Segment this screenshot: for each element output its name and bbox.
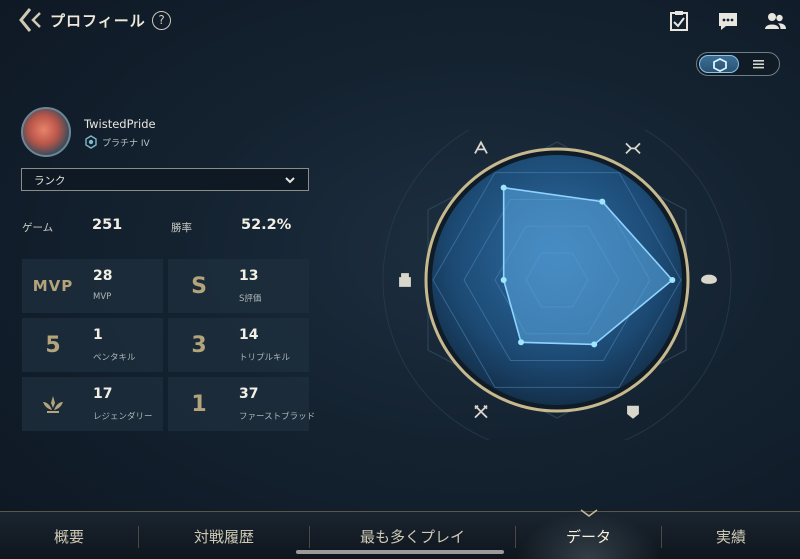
mvp-icon: MVP bbox=[32, 277, 74, 295]
winrate-label: 勝率 bbox=[171, 222, 192, 234]
games-label: ゲーム bbox=[22, 222, 54, 234]
stat-value: 13 bbox=[239, 268, 259, 284]
stat-cell-penta-kill: 5 1 ペンタキル bbox=[22, 318, 163, 372]
stat-value: 1 bbox=[93, 327, 103, 343]
friends-icon[interactable] bbox=[764, 10, 786, 32]
stat-value: 17 bbox=[93, 386, 113, 402]
platinum-rank-icon bbox=[85, 135, 97, 149]
marksman-icon[interactable] bbox=[399, 273, 411, 287]
radar-point-tank bbox=[518, 339, 525, 346]
winrate-value: 52.2% bbox=[241, 217, 292, 233]
stat-label: ファーストブラッド bbox=[239, 412, 316, 422]
avatar[interactable] bbox=[21, 107, 71, 157]
stat-cell-s-rank: S 13 S評価 bbox=[168, 259, 309, 313]
radar-point-mage bbox=[669, 277, 676, 283]
stat-cell-first-blood: 1 37 ファーストブラッド bbox=[168, 377, 315, 431]
tab-achievements[interactable]: 実績 bbox=[662, 512, 800, 559]
radar-point-fighter bbox=[599, 198, 606, 205]
back-chevron-icon[interactable] bbox=[16, 6, 46, 34]
radar-view-button[interactable] bbox=[699, 55, 739, 73]
page-title: プロフィール bbox=[50, 12, 146, 30]
chevron-down-icon bbox=[285, 177, 295, 184]
stat-value: 28 bbox=[93, 268, 113, 284]
first-blood-icon: 1 bbox=[191, 391, 207, 417]
penta-kill-icon: 5 bbox=[45, 332, 61, 358]
role-radar-chart bbox=[382, 130, 732, 440]
help-icon[interactable]: ? bbox=[152, 11, 171, 30]
mage-icon[interactable] bbox=[701, 274, 717, 284]
stat-cell-triple-kill: 3 14 トリプルキル bbox=[168, 318, 309, 372]
s-rank-icon: S bbox=[191, 273, 207, 299]
tab-overview[interactable]: 概要 bbox=[0, 512, 138, 559]
username: TwistedPride bbox=[84, 117, 156, 131]
home-indicator bbox=[296, 550, 504, 554]
dropdown-value: ランク bbox=[34, 175, 66, 187]
tab-match-history[interactable]: 対戦履歴 bbox=[139, 512, 309, 559]
stat-label: ペンタキル bbox=[93, 353, 136, 363]
stat-value: 14 bbox=[239, 327, 259, 343]
stat-cell-mvp: MVP 28 MVP bbox=[22, 259, 163, 313]
stat-label: トリプルキル bbox=[239, 353, 291, 363]
games-value: 251 bbox=[92, 217, 123, 233]
rank-label: プラチナ IV bbox=[102, 139, 150, 149]
stat-label: MVP bbox=[93, 292, 112, 302]
chat-icon[interactable] bbox=[717, 10, 739, 32]
fighter-icon[interactable] bbox=[625, 142, 641, 155]
stat-label: レジェンダリー bbox=[93, 412, 153, 422]
stat-cell-legendary: 17 レジェンダリー bbox=[22, 377, 163, 431]
missions-clipboard-icon[interactable] bbox=[668, 10, 690, 32]
stat-label: S評価 bbox=[239, 294, 262, 304]
stat-value: 37 bbox=[239, 386, 259, 402]
legendary-icon bbox=[22, 377, 84, 431]
support-icon[interactable] bbox=[627, 405, 639, 419]
triple-kill-icon: 3 bbox=[191, 332, 207, 358]
tank-icon[interactable] bbox=[474, 404, 488, 419]
view-mode-toggle bbox=[696, 52, 780, 76]
radar-point-assassin bbox=[500, 184, 507, 191]
hexagon-icon bbox=[713, 57, 727, 73]
active-tab-chevron-icon bbox=[580, 509, 598, 517]
tab-data[interactable]: データ bbox=[516, 512, 661, 559]
assassin-icon[interactable] bbox=[474, 140, 488, 154]
list-view-button[interactable] bbox=[741, 55, 777, 73]
mode-filter-dropdown[interactable]: ランク bbox=[21, 168, 309, 191]
radar-point-marksman bbox=[500, 277, 507, 283]
top-bar: プロフィール ? bbox=[0, 0, 800, 44]
radar-point-support bbox=[591, 341, 598, 348]
list-icon bbox=[753, 60, 764, 69]
